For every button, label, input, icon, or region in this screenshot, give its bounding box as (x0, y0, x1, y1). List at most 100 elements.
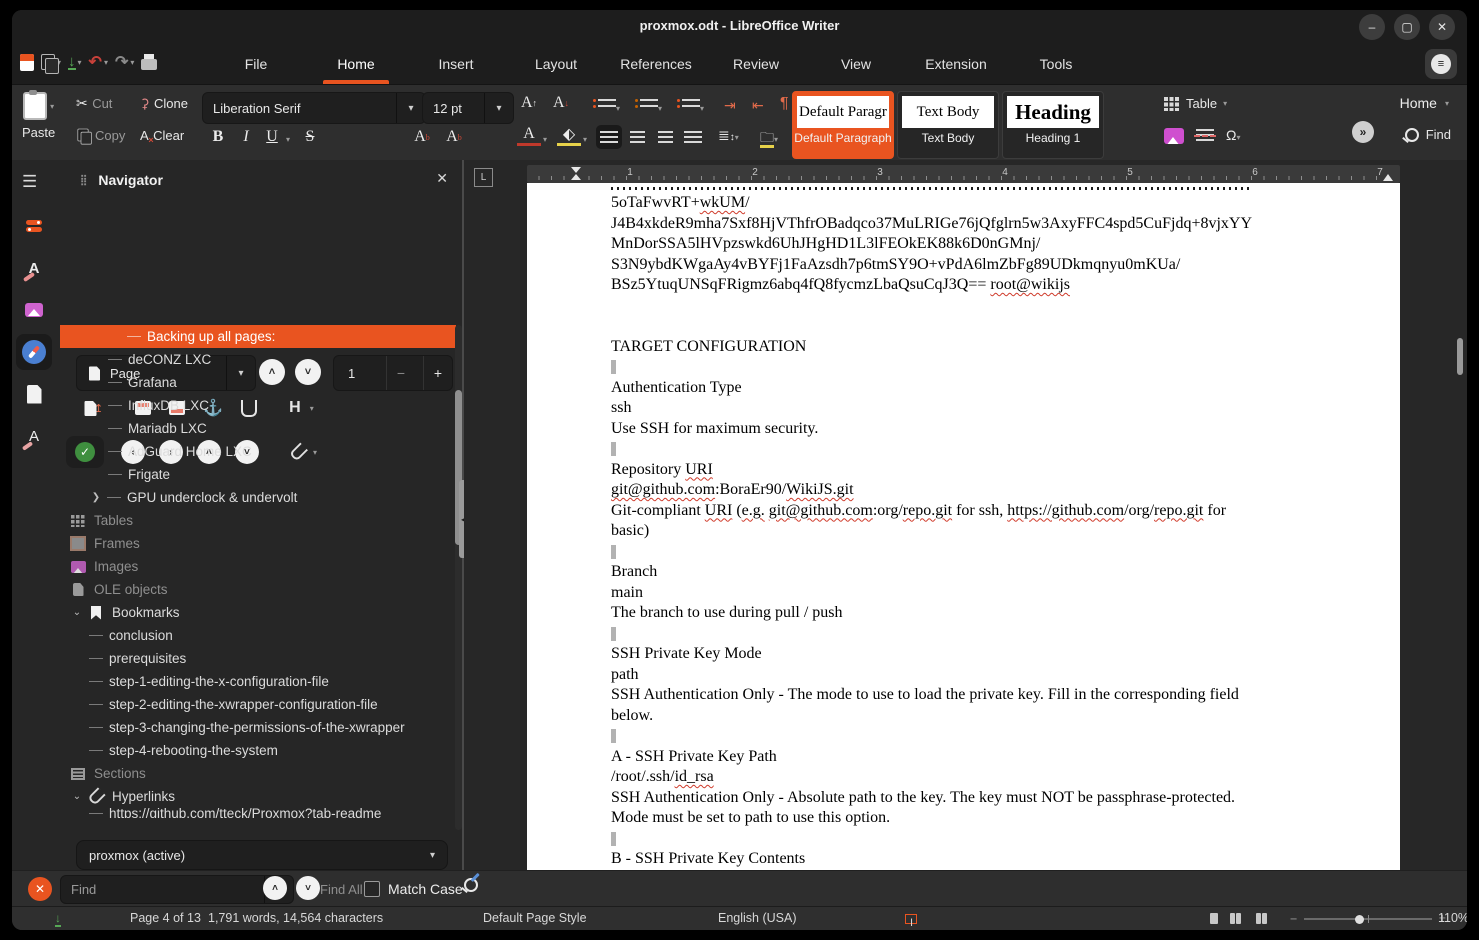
zoom-out-icon[interactable]: − (1290, 912, 1297, 926)
deck-properties-icon[interactable] (16, 208, 52, 244)
find-and-replace-icon[interactable] (464, 878, 478, 897)
outline-list-button[interactable]: ▾ (682, 97, 704, 116)
deck-styles-icon[interactable]: A (16, 250, 52, 286)
increase-indent-button[interactable]: ⇥ (724, 97, 736, 115)
deck-style-inspector-icon[interactable]: A (16, 418, 52, 454)
tab-stop-selector[interactable]: L (474, 168, 493, 187)
tree-row[interactable]: AdGuard Home LXC (60, 440, 456, 463)
italic-button[interactable]: I (234, 125, 258, 149)
font-color-chevron[interactable]: ▾ (543, 135, 547, 144)
page-style-status[interactable]: Default Page Style (483, 911, 587, 925)
find-toolbar-button[interactable]: Find (1405, 127, 1451, 142)
paragraph-background-button[interactable]: 🗀▾ (760, 127, 778, 151)
tree-row[interactable]: https://github.com/tteck/Proxmox?tab-rea… (60, 808, 456, 818)
menu-tab-review[interactable]: Review (706, 44, 806, 84)
tree-row[interactable]: Grafana (60, 371, 456, 394)
redo-icon[interactable]: ↷▾ (115, 52, 134, 72)
zoom-slider-knob[interactable] (1355, 915, 1364, 924)
font-color-button[interactable]: A (517, 125, 541, 146)
bold-button[interactable]: B (206, 125, 230, 149)
tree-row[interactable]: Frigate (60, 463, 456, 486)
insert-table-button[interactable]: Table▾ (1164, 96, 1227, 111)
expander-collapsed-icon[interactable]: ❯ (89, 492, 103, 503)
menu-tab-file[interactable]: File (206, 44, 306, 84)
undo-icon[interactable]: ↶▾ (89, 52, 108, 72)
deck-page-icon[interactable] (16, 376, 52, 412)
copy-button[interactable]: Copy (76, 127, 125, 143)
cut-button[interactable]: ✂ Cut (76, 95, 112, 113)
insert-image-icon[interactable] (1164, 128, 1184, 144)
minimize-button[interactable]: – (1359, 14, 1385, 40)
font-size-combobox[interactable]: 12 pt▾ (422, 92, 514, 124)
align-center-button[interactable] (624, 125, 650, 149)
tree-row[interactable]: ❯GPU underclock & undervolt (60, 486, 456, 509)
menu-tab-layout[interactable]: Layout (506, 44, 606, 84)
single-page-view-icon[interactable] (1210, 913, 1220, 927)
bullet-list-button[interactable]: ▾ (598, 97, 620, 116)
tree-row[interactable]: Frames (60, 532, 456, 555)
document-switcher[interactable]: proxmox (active)▾ (76, 840, 448, 870)
tree-row[interactable]: InfluxDB LXC (60, 394, 456, 417)
document-page[interactable]: 5oTaFwvRT+wkUM/J4B4xkdeR9mha7Sxf8HjVThfr… (527, 183, 1400, 870)
clear-formatting-button[interactable]: A Clear (140, 127, 184, 145)
print-icon[interactable] (141, 55, 157, 70)
font-name-combobox[interactable]: Liberation Serif▾ (202, 92, 426, 124)
chevron-down-icon[interactable]: ▾ (396, 93, 425, 123)
numbered-list-button[interactable]: ▾ (640, 97, 662, 116)
tree-row[interactable]: deCONZ LXC (60, 348, 456, 371)
zoom-slider[interactable]: − + (1304, 918, 1432, 920)
tree-row[interactable]: OLE objects (60, 578, 456, 601)
document-scrollbar[interactable] (1455, 160, 1465, 870)
style-cell-default-paragraph[interactable]: Default ParagrDefault Paragraph (792, 91, 894, 159)
underline-options-chevron[interactable]: ▾ (286, 135, 290, 144)
expander-expanded-icon[interactable]: ⌄ (70, 607, 84, 618)
match-case-checkbox[interactable] (364, 881, 380, 897)
tree-row[interactable]: step-2-editing-the-xwrapper-configuratio… (60, 693, 456, 716)
word-count-status[interactable]: 1,791 words, 14,564 characters (208, 911, 383, 925)
deck-gallery-icon[interactable] (16, 292, 52, 328)
subscript-button[interactable]: Ab (442, 125, 466, 149)
find-close-button[interactable]: ✕ (28, 877, 52, 901)
chevron-down-icon[interactable]: ▾ (484, 93, 513, 123)
document-scrollbar-thumb[interactable] (1457, 338, 1463, 375)
style-cell-heading-1[interactable]: HeadingHeading 1 (1002, 91, 1104, 159)
align-right-button[interactable] (652, 125, 678, 149)
decrease-font-size-button[interactable]: A↓ (549, 91, 573, 115)
strikethrough-button[interactable]: S (298, 125, 322, 149)
menu-tab-home[interactable]: Home (306, 44, 406, 84)
align-left-button[interactable] (596, 125, 622, 149)
line-spacing-button[interactable]: ≣↕▾ (718, 127, 739, 145)
find-all-button[interactable]: Find All (320, 882, 363, 897)
deck-navigator-icon[interactable] (16, 334, 52, 370)
highlight-color-chevron[interactable]: ▾ (583, 135, 587, 144)
tree-row[interactable]: Images (60, 555, 456, 578)
horizontal-ruler[interactable]: 1234567 (527, 165, 1400, 183)
page-break-icon[interactable] (1196, 129, 1214, 143)
decrease-indent-button[interactable]: ⇤ (752, 97, 764, 115)
formatting-marks-button[interactable]: ¶ (780, 95, 789, 113)
menu-tab-references[interactable]: References (606, 44, 706, 84)
tree-row[interactable]: conclusion (60, 624, 456, 647)
find-input[interactable] (61, 882, 264, 897)
tree-row[interactable]: prerequisites (60, 647, 456, 670)
menu-tab-insert[interactable]: Insert (406, 44, 506, 84)
left-indent-marker[interactable] (571, 167, 581, 173)
superscript-button[interactable]: Ab (410, 125, 434, 149)
toolbar-overflow-button[interactable]: » (1352, 121, 1374, 143)
tree-row[interactable]: step-4-rebooting-the-system (60, 739, 456, 762)
tree-row[interactable]: step-3-changing-the-permissions-of-the-x… (60, 716, 456, 739)
find-input-box[interactable]: ▾ (60, 875, 294, 904)
menu-overflow-button[interactable]: ≡ (1425, 49, 1457, 79)
justify-button[interactable] (680, 125, 706, 149)
page-count-status[interactable]: Page 4 of 13 (130, 911, 201, 925)
find-previous-button[interactable]: ˄ (263, 876, 287, 900)
maximize-button[interactable]: ▢ (1394, 14, 1420, 40)
underline-button[interactable]: U (260, 125, 284, 149)
tree-row[interactable]: Mariadb LXC (60, 417, 456, 440)
tree-row[interactable]: ⌄Bookmarks (60, 601, 456, 624)
special-character-button[interactable]: Ω▾ (1226, 127, 1240, 145)
menu-tab-tools[interactable]: Tools (1006, 44, 1106, 84)
tree-row[interactable]: step-1-editing-the-x-configuration-file (60, 670, 456, 693)
document-saved-icon[interactable]: ↓ (55, 911, 61, 925)
tree-row[interactable]: Sections (60, 762, 456, 785)
